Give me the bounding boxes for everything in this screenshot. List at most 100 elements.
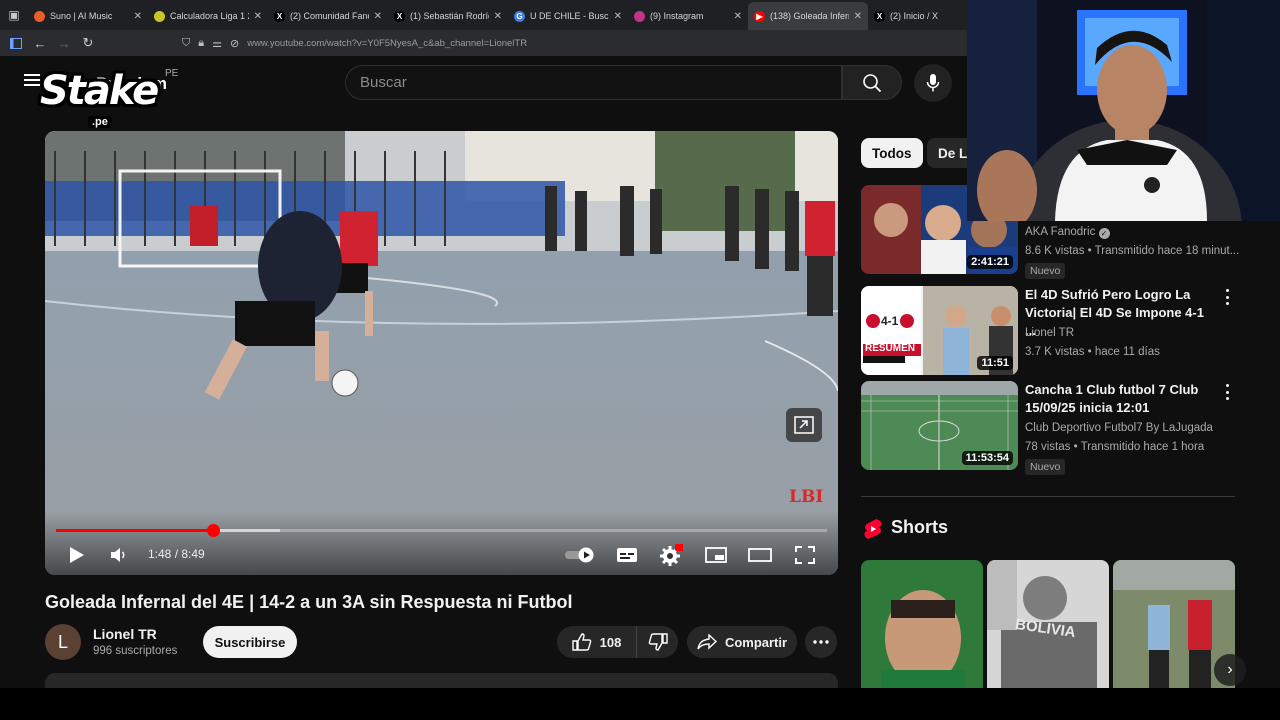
fullscreen-icon — [795, 546, 815, 564]
forward-icon[interactable]: → — [52, 30, 76, 56]
subscriber-count: 996 suscriptores — [93, 645, 178, 657]
site-settings-icon[interactable]: ⚌ — [212, 37, 222, 50]
recommendation-item[interactable]: 11:53:54 Cancha 1 Club futbol 7 Club 15/… — [861, 381, 1241, 475]
video-player[interactable]: LBI 1:48 / 8:49 — [45, 131, 838, 575]
shield-icon[interactable]: ⛉ — [182, 37, 190, 50]
volume-icon — [111, 548, 125, 562]
close-tab-icon[interactable]: ✕ — [854, 11, 862, 22]
sponsor-domain: .pe — [88, 116, 112, 128]
recommendation-title[interactable]: Cancha 1 Club futbol 7 Club 15/09/25 ini… — [1025, 381, 1215, 417]
shorts-heading: Shorts — [891, 517, 949, 537]
chip-all[interactable]: Todos — [861, 138, 923, 168]
sidebar-toggle-icon[interactable] — [4, 30, 28, 56]
country-code: PE — [165, 68, 179, 79]
thumbnail-text: RESUMEN — [865, 343, 916, 354]
kebab-menu-icon[interactable] — [1223, 384, 1231, 400]
current-time: 1:48 — [148, 547, 172, 561]
recommendation-thumbnail[interactable]: RESUMEN 4-1 11:51 — [861, 286, 1018, 375]
search-button[interactable] — [842, 65, 902, 100]
video-frame — [45, 131, 838, 575]
screen-bottom-bar — [0, 688, 1280, 720]
reload-icon[interactable]: ↻ — [76, 30, 100, 56]
share-label: Compartir — [724, 634, 788, 650]
close-tab-icon[interactable]: ✕ — [254, 11, 262, 22]
miniplayer-icon — [705, 547, 727, 563]
new-badge: Nuevo — [1025, 263, 1066, 279]
miniplayer-button[interactable] — [704, 541, 728, 569]
section-divider — [861, 496, 1235, 497]
close-tab-icon[interactable]: ✕ — [494, 11, 502, 22]
subtitles-button[interactable] — [615, 541, 639, 569]
x-icon: X — [274, 10, 285, 22]
chevron-right-icon: › — [1227, 661, 1233, 678]
close-tab-icon[interactable]: ✕ — [734, 11, 742, 22]
recommendation-item[interactable]: RESUMEN 4-1 11:51 El 4D Sufrió Pero Logr… — [861, 286, 1241, 376]
close-tab-icon[interactable]: ✕ — [134, 11, 142, 22]
video-duration: 11:51 — [977, 356, 1013, 370]
theater-icon — [748, 548, 772, 562]
shorts-next-button[interactable]: › — [1214, 654, 1246, 686]
recommendation-channel: Lionel TR — [1025, 327, 1075, 339]
microphone-icon — [926, 74, 940, 92]
thumbs-up-icon — [571, 633, 591, 651]
recommendation-thumbnail[interactable]: 11:53:54 — [861, 381, 1018, 470]
tab-label: (1) Sebastián Rodrígue — [410, 11, 489, 21]
video-title: Goleada Infernal del 4E | 14-2 a un 3A s… — [45, 592, 573, 612]
youtube-icon: ▶ — [754, 10, 765, 22]
channel-avatar[interactable]: L — [45, 624, 81, 660]
tab-actions-icon[interactable]: ▣ — [0, 0, 28, 30]
search-input[interactable] — [360, 74, 841, 91]
google-icon: G — [514, 10, 525, 22]
search-icon — [863, 73, 882, 92]
close-tab-icon[interactable]: ✕ — [374, 11, 382, 22]
calculator-icon — [154, 10, 165, 22]
theater-mode-button[interactable] — [748, 541, 772, 569]
gear-icon — [660, 544, 683, 566]
new-badge: Nuevo — [1025, 459, 1066, 475]
played-bar — [56, 529, 214, 532]
recommendation-meta: 78 vistas • Transmitido hace 1 hora — [1025, 441, 1205, 453]
subscribe-button[interactable]: Suscribirse — [203, 626, 297, 658]
autoplay-toggle[interactable] — [563, 541, 597, 569]
recommendation-meta: 3.7 K vistas • hace 11 días — [1025, 346, 1160, 358]
mute-button[interactable] — [107, 541, 131, 569]
voice-search-button[interactable] — [914, 64, 952, 102]
share-icon — [697, 634, 717, 650]
tracking-icon[interactable]: ⊘ — [230, 37, 239, 50]
thumbnail-score: 4-1 — [881, 314, 899, 328]
channel-name[interactable]: Lionel TR — [93, 626, 157, 642]
browser-tab[interactable]: Suno | AI Music ✕ — [28, 2, 148, 30]
play-icon — [70, 547, 84, 563]
dislike-button[interactable] — [637, 626, 678, 658]
search-box — [345, 65, 842, 100]
back-icon[interactable]: ← — [28, 30, 52, 56]
browser-tab[interactable]: G U DE CHILE - Buscar cc ✕ — [508, 2, 628, 30]
kebab-menu-icon[interactable] — [1223, 289, 1231, 305]
browser-tab[interactable]: Calculadora Liga 1 202 ✕ — [148, 2, 268, 30]
video-duration: 2:41:21 — [967, 255, 1013, 269]
play-button[interactable] — [65, 541, 89, 569]
suno-icon — [34, 10, 45, 22]
short-item[interactable]: BOLIVIA — [987, 560, 1109, 688]
fullscreen-button[interactable] — [793, 541, 817, 569]
picture-in-picture-icon[interactable] — [786, 408, 822, 442]
verified-icon: ✓ — [1098, 228, 1110, 239]
like-button[interactable]: 108 — [557, 626, 637, 658]
share-button[interactable]: Compartir — [687, 626, 797, 658]
like-count: 108 — [599, 634, 622, 650]
browser-tab[interactable]: ▶ (138) Goleada Infernal ✕ — [748, 2, 868, 30]
recommendation-channel: AKA Fanodric ✓ — [1025, 226, 1110, 239]
video-watermark: LBI — [789, 487, 824, 507]
browser-tab[interactable]: (9) Instagram ✕ — [628, 2, 748, 30]
close-tab-icon[interactable]: ✕ — [614, 11, 622, 22]
short-item[interactable] — [861, 560, 983, 688]
browser-tab[interactable]: X (2) Comunidad Fanodr ✕ — [268, 2, 388, 30]
browser-tab[interactable]: X (1) Sebastián Rodrígue ✕ — [388, 2, 508, 30]
settings-button[interactable] — [659, 541, 683, 569]
duration: 8:49 — [181, 547, 205, 561]
description-box[interactable] — [45, 673, 838, 688]
url-text[interactable]: www.youtube.com/watch?v=Y0F5NyesA_c&ab_c… — [247, 38, 527, 49]
progress-bar[interactable] — [56, 524, 827, 537]
lock-icon[interactable]: 🔒︎ — [198, 37, 204, 50]
more-actions-button[interactable] — [805, 626, 837, 658]
